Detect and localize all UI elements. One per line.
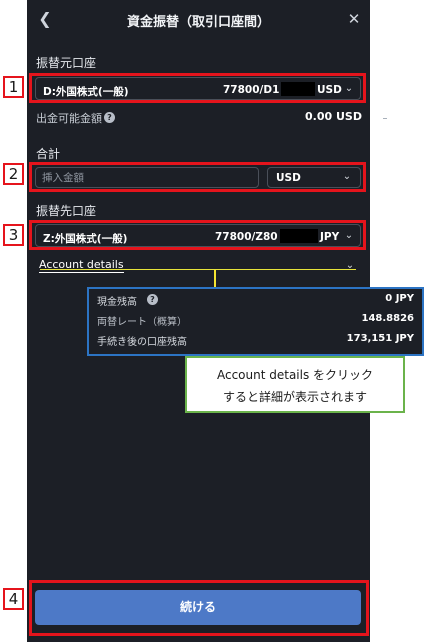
details-row-value: 148.8826 [361,313,414,324]
step-marker: 1 [3,76,24,98]
highlight-frame [29,580,369,636]
details-row-label: 手続き後の口座残高 [97,337,187,348]
details-row: 手続き後の口座残高 173,151 JPY [97,333,414,349]
account-details-toggle[interactable]: Account details [39,258,124,273]
chevron-down-icon[interactable]: ⌄ [344,260,356,272]
details-row: 両替レート（概算） 148.8826 [97,313,414,329]
edge-tick [383,118,387,119]
dialog-header: ❮ 資金振替（取引口座間） ✕ [27,0,370,40]
help-icon[interactable]: ? [104,112,115,123]
details-row-label: 現金残高 [97,297,137,308]
help-icon[interactable]: ? [147,294,158,305]
details-row: 現金残高 ? 0 JPY [97,293,414,309]
source-account-label: 振替元口座 [36,56,97,70]
highlight-frame [29,73,366,103]
dialog-title: 資金振替（取引口座間） [126,15,270,30]
annotation-underline [40,269,356,270]
annotation-note: Account details をクリック すると詳細が表示されます [185,356,405,413]
step-marker: 4 [3,588,24,610]
details-row-label: 両替レート（概算） [97,317,187,328]
close-icon[interactable]: ✕ [344,9,364,29]
account-details-panel: 現金残高 ? 0 JPY 両替レート（概算） 148.8826 手続き後の口座残… [87,287,424,356]
note-line: Account details をクリック [216,368,374,382]
destination-account-label: 振替先口座 [36,204,97,218]
details-row-value: 0 JPY [385,293,414,304]
withdrawable-value: 0.00 USD [305,110,362,123]
step-marker: 3 [3,224,24,246]
step-marker: 2 [3,163,24,185]
highlight-frame [29,220,366,250]
withdrawable-label: 出金可能金額 [36,112,102,125]
highlight-frame [29,162,366,192]
note-line: すると詳細が表示されます [222,390,367,404]
details-row-value: 173,151 JPY [346,333,414,344]
total-label: 合計 [36,147,61,161]
